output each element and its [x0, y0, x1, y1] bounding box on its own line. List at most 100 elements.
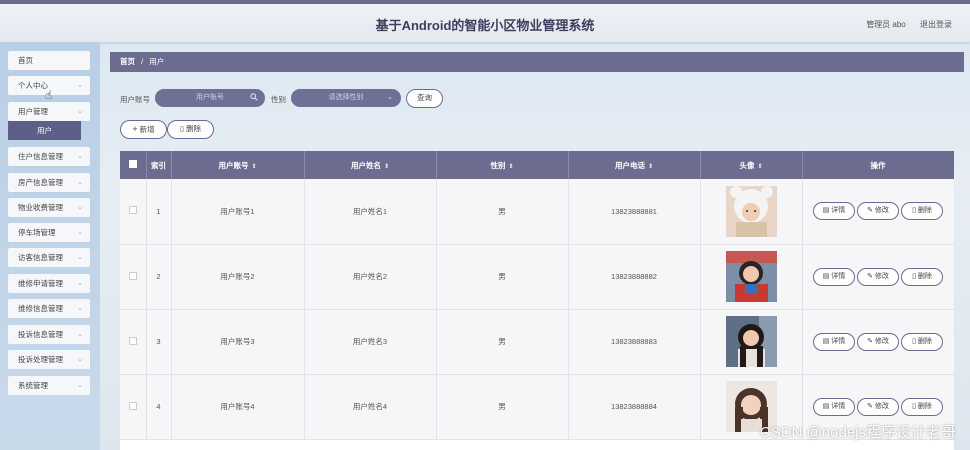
sidebar-item[interactable]: 维修信息管理 ⌄ [8, 299, 90, 318]
sort-icon: ⇕ [508, 163, 514, 170]
delete-row-button[interactable]: ▯ 删除 [901, 267, 943, 286]
breadcrumb: 首页 / 用户 [110, 52, 964, 72]
breadcrumb-separator: / [141, 57, 144, 66]
sidebar-item[interactable]: 住户信息管理 ⌄ [8, 147, 90, 166]
delete-label: 删除 [917, 207, 932, 215]
sidebar-item[interactable]: 访客信息管理 ⌄ [8, 248, 90, 267]
edit-button[interactable]: ✎ 修改 [857, 202, 899, 221]
delete-row-button[interactable]: ▯ 删除 [901, 397, 943, 416]
user-area: 管理员 abo 退出登录 [854, 19, 952, 30]
row-select-cell [120, 244, 147, 310]
chevron-down-icon: ⌄ [77, 82, 83, 89]
delete-row-button[interactable]: ▯ 删除 [901, 332, 943, 351]
edit-button[interactable]: ✎ 修改 [857, 397, 899, 416]
watermark: CSDN @nodejs程序设计老哥 [759, 424, 956, 441]
row-checkbox[interactable] [128, 336, 137, 345]
table-row[interactable]: 2 用户账号2 用户姓名2 男 13823888882 ▤ 详情 ✎ 修改 ▯ 删除 [120, 244, 954, 310]
col-phone[interactable]: 用户电话 ⇕ [568, 151, 701, 179]
edit-button[interactable]: ✎ 修改 [857, 332, 899, 351]
col-gender[interactable]: 性别 ⇕ [436, 151, 569, 179]
delete-label: 删除 [917, 402, 932, 410]
logout-link[interactable]: 退出登录 [920, 20, 952, 29]
col-index: 索引 [146, 151, 172, 179]
table-row[interactable]: 3 用户账号3 用户姓名3 男 13823888883 ▤ 详情 ✎ 修改 ▯ 删除 [120, 309, 954, 375]
row-phone: 13823888882 [568, 244, 701, 310]
delete-label: 删除 [185, 124, 201, 133]
add-button[interactable]: + 新增 [120, 120, 167, 139]
avatar[interactable] [725, 316, 777, 367]
avatar[interactable] [725, 251, 777, 302]
row-name: 用户姓名4 [304, 374, 437, 440]
row-index: 3 [146, 309, 172, 375]
sidebar-item[interactable]: 维修申请管理 ⌄ [8, 274, 90, 293]
delete-label: 删除 [917, 337, 932, 345]
select-all-checkbox[interactable] [128, 160, 137, 168]
delete-label: 删除 [917, 272, 932, 280]
trash-icon: ▯ [180, 126, 184, 133]
sidebar-item-label: 首页 [18, 56, 33, 65]
breadcrumb-home[interactable]: 首页 [120, 57, 135, 66]
chevron-down-icon: ⌄ [77, 179, 83, 186]
sidebar-item-label: 房产信息管理 [18, 178, 63, 187]
table-body: 1 用户账号1 用户姓名1 男 13823888881 ▤ 详情 ✎ 修改 ▯ 删除 2 用户账号… [120, 179, 954, 440]
gender-label: 性别 [271, 95, 286, 104]
chevron-down-icon: ⌄ [77, 382, 83, 389]
row-select-cell [120, 374, 147, 440]
detail-label: 详情 [831, 207, 846, 215]
table-row[interactable]: 1 用户账号1 用户姓名1 男 13823888881 ▤ 详情 ✎ 修改 ▯ 删除 [120, 179, 954, 245]
row-account: 用户账号1 [171, 179, 305, 245]
row-checkbox[interactable] [128, 271, 137, 280]
delete-row-button[interactable]: ▯ 删除 [901, 202, 943, 221]
edit-button[interactable]: ✎ 修改 [857, 267, 899, 286]
sidebar-item-label: 投诉处理管理 [18, 355, 63, 364]
add-label: 新增 [139, 125, 155, 134]
table-header-row: 索引 用户账号 ⇕ 用户姓名 ⇕ 性别 ⇕ 用户电话 ⇕ 头像 ⇕ 操作 [120, 151, 954, 179]
sidebar-item[interactable]: 物业收费管理 ⌄ [8, 198, 90, 217]
row-avatar-cell [700, 179, 803, 245]
sidebar-item[interactable]: 投诉信息管理 ⌄ [8, 325, 90, 344]
row-index: 1 [146, 179, 172, 245]
row-index: 2 [146, 244, 172, 310]
account-search-input[interactable]: 用户账号 [155, 89, 265, 107]
app-title: 基于Android的智能小区物业管理系统 [375, 18, 595, 33]
detail-button[interactable]: ▤ 详情 [813, 202, 855, 221]
sidebar-item[interactable]: 系统管理 ⌄ [8, 376, 90, 395]
row-checkbox[interactable] [128, 206, 137, 215]
user-table: 索引 用户账号 ⇕ 用户姓名 ⇕ 性别 ⇕ 用户电话 ⇕ 头像 ⇕ 操作 1 用户账号1 用户… [120, 151, 954, 450]
col-account[interactable]: 用户账号 ⇕ [171, 151, 305, 179]
delete-button[interactable]: ▯ 删除 [167, 120, 214, 139]
sidebar-item[interactable]: 用户管理 ⌄ [8, 102, 90, 121]
sidebar-subitem-user[interactable]: 用户 [8, 121, 81, 140]
query-button[interactable]: 查询 [406, 89, 443, 108]
row-phone: 13823888884 [568, 374, 701, 440]
row-avatar-cell [700, 244, 803, 310]
select-all-cell [120, 151, 147, 179]
row-checkbox[interactable] [128, 401, 137, 410]
sidebar-item[interactable]: 房产信息管理 ⌄ [8, 173, 90, 192]
sidebar-item[interactable]: 停车场管理 ⌄ [8, 223, 90, 242]
document-icon: ▤ [822, 207, 832, 215]
sort-icon: ⇕ [383, 163, 390, 170]
gender-select[interactable]: 请选择性别 ⌄ [291, 89, 401, 107]
detail-label: 详情 [831, 272, 846, 280]
account-label: 用户账号 [120, 95, 150, 104]
sidebar-item-label: 用户管理 [18, 107, 48, 116]
chevron-down-icon: ⌄ [77, 331, 83, 338]
row-ops: ▤ 详情 ✎ 修改 ▯ 删除 [802, 179, 954, 245]
detail-button[interactable]: ▤ 详情 [813, 332, 855, 351]
sidebar-item[interactable]: 投诉处理管理 ⌄ [8, 350, 90, 369]
row-phone: 13823888883 [568, 309, 701, 375]
pencil-icon: ✎ [867, 207, 875, 215]
sidebar-item[interactable]: 首页 [8, 51, 90, 70]
row-name: 用户姓名3 [304, 309, 437, 375]
col-ops: 操作 [802, 151, 954, 179]
col-name[interactable]: 用户姓名 ⇕ [304, 151, 437, 179]
document-icon: ▤ [822, 272, 832, 280]
sidebar-item-label: 维修信息管理 [18, 304, 63, 313]
col-avatar[interactable]: 头像 ⇕ [700, 151, 803, 179]
avatar[interactable] [725, 185, 777, 237]
row-account: 用户账号3 [171, 309, 305, 375]
detail-button[interactable]: ▤ 详情 [813, 267, 855, 286]
detail-button[interactable]: ▤ 详情 [813, 397, 855, 416]
sort-icon: ⇕ [647, 163, 654, 170]
